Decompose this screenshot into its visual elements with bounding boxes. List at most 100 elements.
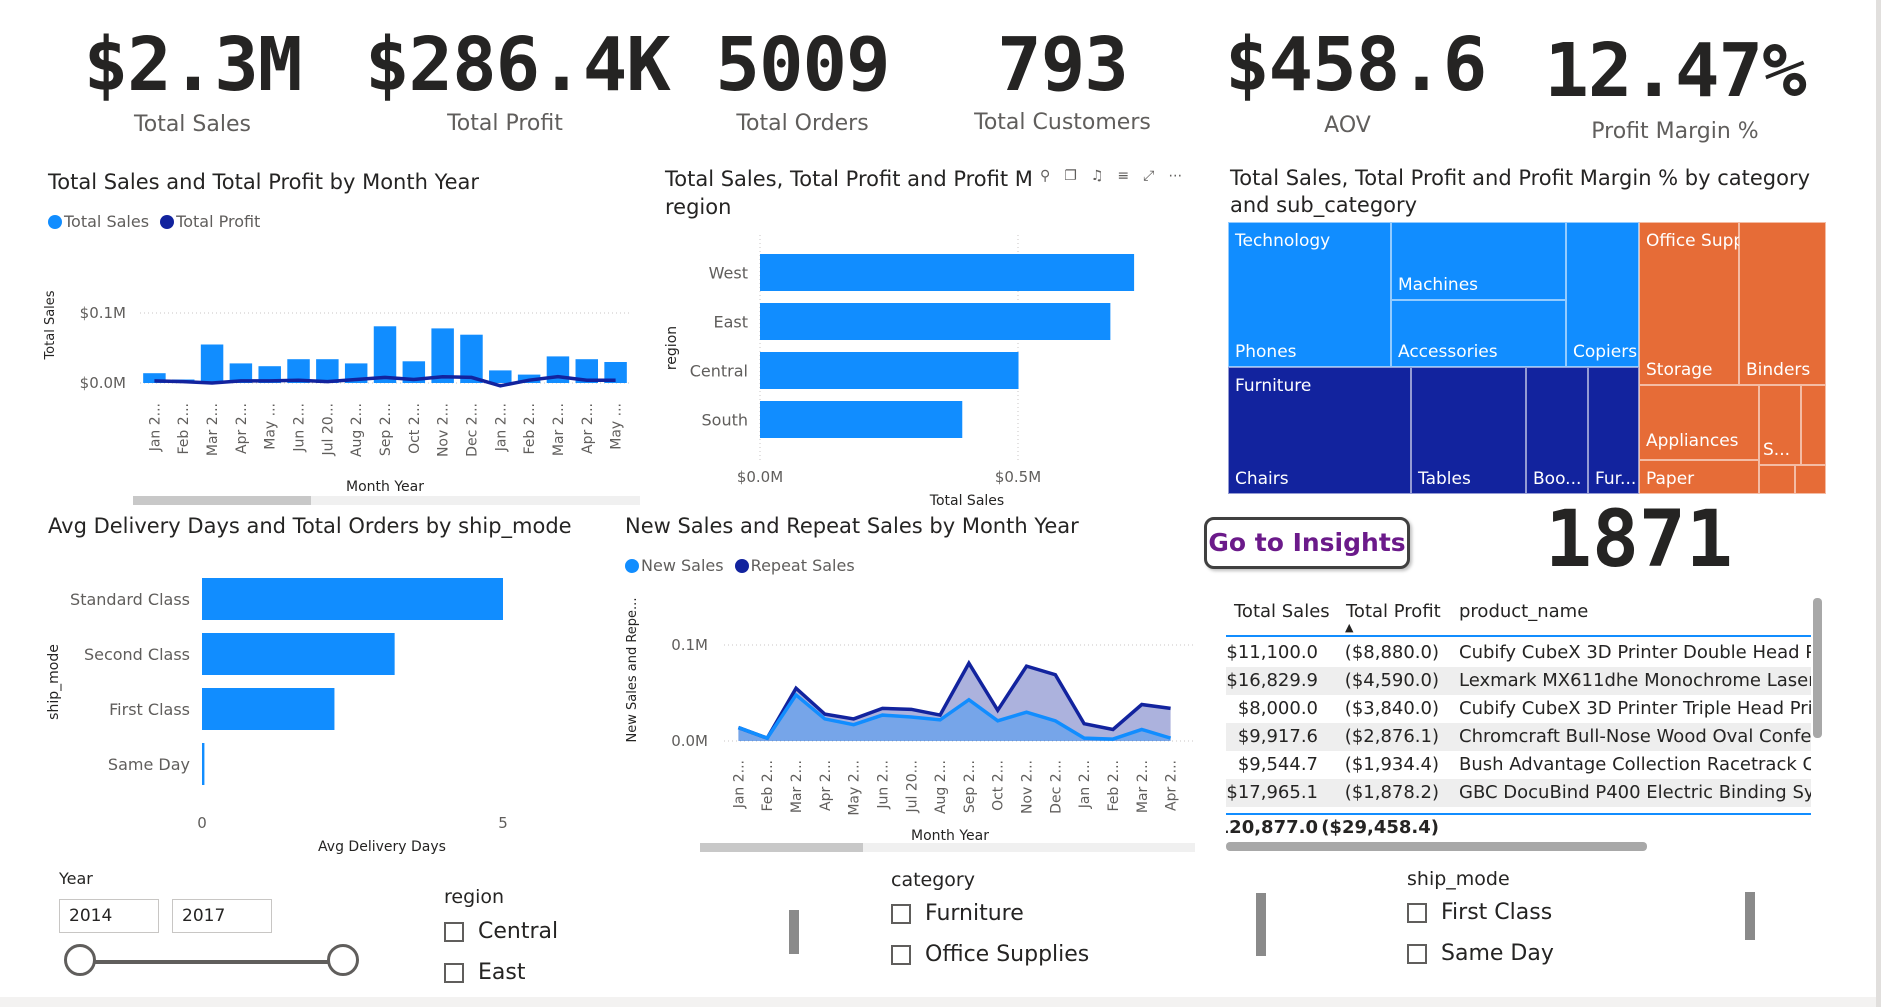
legend-label: New Sales xyxy=(641,556,724,575)
x-tick-label: Dec 2... xyxy=(464,403,480,457)
treemap-cell-accessories[interactable]: Accessories xyxy=(1391,300,1566,367)
table-row[interactable]: $16,829.9 ($4,590.0) Lexmark MX611dhe Mono… xyxy=(1226,667,1811,695)
range-slider-handle-end[interactable] xyxy=(327,944,359,976)
x-tick-label: May 2... xyxy=(847,760,863,816)
x-tick-label: $0.0M xyxy=(737,468,783,486)
treemap-cell-label: Fur... xyxy=(1595,469,1637,489)
visual-header-toolbar: ⚲❐♫≡⤢⋯ xyxy=(1040,168,1196,184)
kpi-label: Total Profit xyxy=(447,111,563,136)
treemap-cell-chairs[interactable]: Furniture Chairs xyxy=(1228,367,1411,494)
chart-legend[interactable]: New Sales Repeat Sales xyxy=(625,556,861,575)
treemap-cell-furnishings[interactable]: Fur... xyxy=(1588,367,1639,494)
table-row[interactable]: $11,100.0 ($8,880.0) Cubify CubeX 3D Print… xyxy=(1226,639,1811,667)
go-to-insights-button[interactable]: Go to Insights xyxy=(1204,517,1410,569)
kpi-value: 793 xyxy=(997,22,1129,108)
chart-legend[interactable]: Total Sales Total Profit xyxy=(48,212,266,231)
visual-title-line2: region xyxy=(665,195,732,219)
x-tick-label: Sep 2... xyxy=(378,403,394,456)
filter-icon[interactable]: ≡ xyxy=(1117,168,1143,184)
x-tick-label: Sep 2... xyxy=(962,760,978,813)
treemap-cell-small-subcategory[interactable]: S... xyxy=(1759,385,1801,465)
checkbox-icon[interactable] xyxy=(891,903,911,924)
page-bottom-bar xyxy=(0,997,1881,1007)
column-header-product-name[interactable]: product_name xyxy=(1459,601,1588,622)
range-slider-handle-start[interactable] xyxy=(64,944,96,976)
year-to-input[interactable]: 2017 xyxy=(172,899,272,933)
focus-mode-icon[interactable]: ⤢ xyxy=(1143,168,1168,184)
slicer-option-office-supplies[interactable]: Office Supplies xyxy=(891,942,1089,967)
treemap-cell-tables[interactable]: Tables xyxy=(1411,367,1526,494)
treemap-cell-phones[interactable]: Technology Phones xyxy=(1228,222,1391,367)
treemap-cell-label: Storage xyxy=(1646,360,1713,380)
bar-total-sales xyxy=(489,370,512,383)
treemap[interactable]: Technology Phones Machines Accessories C… xyxy=(1228,222,1826,494)
treemap-cell-machines[interactable]: Machines xyxy=(1391,222,1566,300)
slicer-option-same-day[interactable]: Same Day xyxy=(1407,941,1554,966)
product-table[interactable]: Total Sales Total Profit ▲ product_name … xyxy=(1226,595,1811,845)
slicer-option-first-class[interactable]: First Class xyxy=(1407,900,1552,925)
checkbox-icon[interactable] xyxy=(444,962,464,983)
slicer-option-central[interactable]: Central xyxy=(444,919,558,944)
checkbox-icon[interactable] xyxy=(1407,943,1427,964)
legend-item[interactable]: Repeat Sales xyxy=(734,556,855,575)
sales-profit-month-chart[interactable]: $0.1M $0.0M Total Sales Month Year Jan 2... F… xyxy=(40,265,650,505)
visual-title: Total Sales, Total Profit and Profit Mar… xyxy=(1230,166,1811,190)
slicer-title: category xyxy=(891,869,975,891)
table-row[interactable]: $9,917.6 ($2,876.1) Chromcraft Bull-Nose W… xyxy=(1226,723,1811,751)
slicer-scrollbar[interactable] xyxy=(1745,892,1755,940)
legend-item[interactable]: Total Sales xyxy=(48,212,149,231)
legend-item[interactable]: Total Profit xyxy=(160,212,260,231)
treemap-cell-small-subcategory-2[interactable] xyxy=(1801,385,1826,465)
horizontal-scrollbar-thumb[interactable] xyxy=(700,843,863,852)
new-repeat-area-chart[interactable]: 0.1M 0.0M Jan 2... Feb 2... Mar 2... Apr 2...… xyxy=(620,590,1205,850)
slicer-option-label: First Class xyxy=(1441,900,1553,925)
ship-mode-bar-chart[interactable]: Standard Class Second Class First Class Sam… xyxy=(40,560,580,860)
treemap-cell-tiny-subcategory-2[interactable] xyxy=(1795,465,1826,494)
treemap-cell-binders[interactable]: Binders xyxy=(1739,222,1826,385)
horizontal-scrollbar-track[interactable] xyxy=(133,496,640,505)
x-tick-label: Apr 2... xyxy=(1164,760,1180,811)
region-bar-chart[interactable]: West East Central South $0.0M $0.5M Total Sale… xyxy=(660,220,1220,510)
treemap-cell-tiny-subcategory[interactable] xyxy=(1759,465,1795,494)
x-tick-label: Feb 2... xyxy=(176,403,192,455)
column-header-total-sales[interactable]: Total Sales xyxy=(1234,601,1330,622)
horizontal-scrollbar-track[interactable] xyxy=(700,843,1195,852)
column-header-total-profit[interactable]: Total Profit xyxy=(1346,601,1441,622)
pin-icon[interactable]: ⚲ xyxy=(1040,168,1064,184)
bar-ship-mode xyxy=(202,743,205,785)
slicer-option-furniture[interactable]: Furniture xyxy=(891,901,1024,926)
bell-icon[interactable]: ♫ xyxy=(1091,168,1118,184)
slicer-scrollbar[interactable] xyxy=(1256,893,1266,956)
x-tick-label: Jan 2... xyxy=(1077,760,1093,809)
treemap-cell-bookcases[interactable]: Boo... xyxy=(1526,367,1588,494)
table-row[interactable]: $17,965.1 ($1,878.2) GBC DocuBind P400 Ele… xyxy=(1226,779,1811,807)
treemap-cell-paper[interactable]: Paper xyxy=(1639,460,1759,494)
x-tick-label: Mar 2... xyxy=(1135,760,1151,813)
year-from-input[interactable]: 2014 xyxy=(59,899,159,933)
profit-cell: ($3,840.0) xyxy=(1344,698,1439,719)
slicer-scrollbar[interactable] xyxy=(789,910,799,954)
treemap-cell-copiers[interactable]: Copiers xyxy=(1566,222,1639,367)
legend-item[interactable]: New Sales xyxy=(625,556,724,575)
product-name-cell: Cubify CubeX 3D Printer Triple Head Prin… xyxy=(1459,698,1811,719)
slicer-option-east[interactable]: East xyxy=(444,960,525,985)
treemap-cell-storage[interactable]: Office Supplies Storage xyxy=(1639,222,1773,385)
table-row[interactable]: $8,000.0 ($3,840.0) Cubify CubeX 3D Printe… xyxy=(1226,695,1811,723)
horizontal-scrollbar-thumb[interactable] xyxy=(133,496,311,505)
copy-icon[interactable]: ❐ xyxy=(1064,168,1091,184)
table-horizontal-scrollbar[interactable] xyxy=(1226,842,1647,851)
x-tick-label: Aug 2... xyxy=(933,760,949,814)
slicer-title: Year xyxy=(59,869,93,888)
legend-dot-icon xyxy=(734,559,749,573)
range-slider-track[interactable] xyxy=(80,960,345,964)
checkbox-icon[interactable] xyxy=(1407,902,1427,923)
checkbox-icon[interactable] xyxy=(891,944,911,965)
checkbox-icon[interactable] xyxy=(444,921,464,942)
table-row[interactable]: $9,544.7 ($1,934.4) Bush Advantage Collect… xyxy=(1226,751,1811,779)
x-tick-label: Jan 2... xyxy=(147,403,163,452)
y-tick-label: $0.0M xyxy=(80,374,126,392)
more-options-icon[interactable]: ⋯ xyxy=(1168,168,1196,184)
table-vertical-scrollbar[interactable] xyxy=(1813,598,1822,738)
treemap-cell-appliances[interactable]: Appliances xyxy=(1639,385,1759,460)
treemap-cell-label: Tables xyxy=(1418,469,1471,489)
